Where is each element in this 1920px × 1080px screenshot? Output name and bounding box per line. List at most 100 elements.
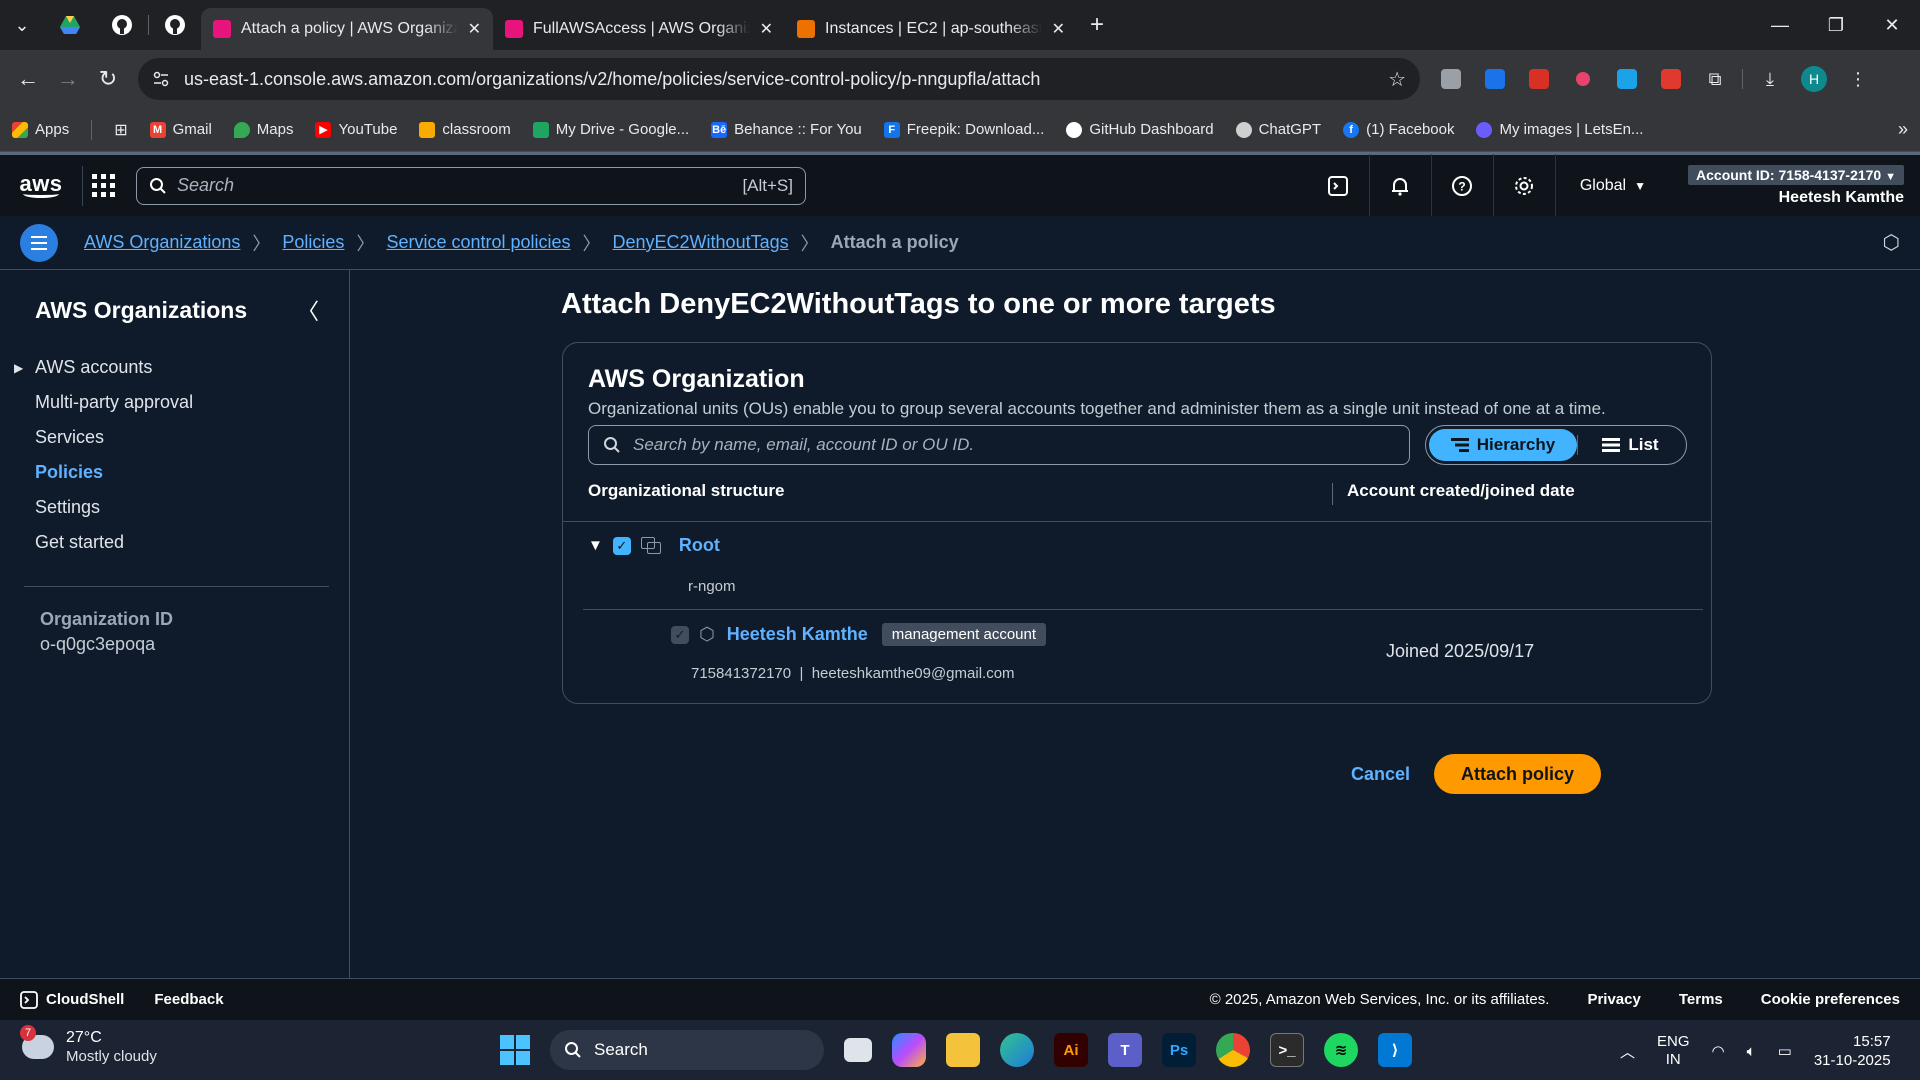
illustrator-icon[interactable]: Ai (1054, 1033, 1088, 1067)
bookmark-drive[interactable]: My Drive - Google... (532, 121, 689, 138)
site-info-icon[interactable] (152, 70, 170, 88)
minimize-icon[interactable]: — (1752, 7, 1808, 43)
amazon-q-icon[interactable]: ⬡ (1883, 230, 1900, 255)
file-explorer-icon[interactable] (946, 1033, 980, 1067)
volume-icon[interactable]: 🔈︎ (1747, 1043, 1756, 1060)
battery-icon[interactable]: ▭ (1778, 1042, 1792, 1060)
camera-extension-icon[interactable] (1434, 62, 1468, 96)
pdf-extension-icon[interactable] (1654, 62, 1688, 96)
edge-icon[interactable] (1000, 1033, 1034, 1067)
region-selector[interactable]: Global ▼ (1554, 153, 1670, 218)
pinned-tab-github-2[interactable] (149, 7, 201, 43)
terminal-app-icon[interactable]: >_ (1270, 1033, 1304, 1067)
sidebar-item-get-started[interactable]: Get started (0, 525, 349, 560)
tab-attach-policy[interactable]: Attach a policy | AWS Organizations ✕ (201, 8, 493, 50)
bookmark-chatgpt[interactable]: ChatGPT (1235, 121, 1321, 138)
clock[interactable]: 15:57 31-10-2025 (1814, 1032, 1891, 1070)
feedback-link[interactable]: Feedback (154, 991, 223, 1008)
address-bar[interactable]: us-east-1.console.aws.amazon.com/organiz… (138, 58, 1420, 100)
tab-fullawsaccess[interactable]: FullAWSAccess | AWS Organizations ✕ (493, 8, 785, 50)
bookmark-facebook[interactable]: f (1) Facebook (1343, 121, 1454, 138)
extensions-puzzle-icon[interactable]: ⧉ (1698, 62, 1732, 96)
account-menu[interactable]: Account ID: 7158-4137-2170 ▼ Heetesh Kam… (1670, 154, 1920, 218)
windows-start-icon[interactable] (500, 1035, 530, 1065)
bookmark-gmail[interactable]: M Gmail (149, 121, 212, 138)
notifications-bell-icon[interactable] (1368, 153, 1431, 218)
pinned-tab-drive[interactable] (44, 7, 96, 43)
taskbar-search[interactable]: Search (550, 1030, 824, 1070)
record-extension-icon[interactable] (1566, 62, 1600, 96)
new-tab-button[interactable]: + (1077, 7, 1117, 43)
sidebar-item-settings[interactable]: Settings (0, 490, 349, 525)
close-tab-icon[interactable]: ✕ (468, 19, 481, 39)
sidebar-item-multi-party-approval[interactable]: Multi-party approval (0, 385, 349, 420)
red-extension-icon[interactable] (1522, 62, 1556, 96)
aws-logo[interactable]: aws (0, 172, 82, 198)
close-tab-icon[interactable]: ✕ (1052, 19, 1065, 39)
bookmark-freepik[interactable]: F Freepik: Download... (883, 121, 1044, 138)
bookmark-grid[interactable]: ⊞ (114, 120, 127, 140)
breadcrumb-service-control-policies[interactable]: Service control policies (386, 232, 570, 253)
terms-link[interactable]: Terms (1679, 991, 1723, 1008)
reload-button[interactable]: ↻ (88, 59, 128, 99)
cloudshell-icon[interactable] (1307, 154, 1369, 218)
restore-icon[interactable]: ❐ (1808, 7, 1864, 43)
bookmark-star-icon[interactable]: ☆ (1388, 67, 1406, 92)
bookmark-classroom[interactable]: classroom (419, 121, 511, 138)
bookmark-youtube[interactable]: ▶ YouTube (315, 121, 397, 138)
pinned-tab-github-1[interactable] (96, 7, 148, 43)
bookmark-behance[interactable]: Bē Behance :: For You (711, 121, 862, 138)
sidebar-item-policies[interactable]: Policies (0, 455, 349, 490)
root-checkbox[interactable]: ✓ (612, 536, 631, 555)
collapse-sidebar-chevron-left-icon[interactable]: 〈 (297, 294, 319, 326)
sidebar-item-aws-accounts[interactable]: ▶ AWS accounts (0, 350, 349, 385)
wifi-icon[interactable]: ◠ (1712, 1042, 1725, 1060)
settings-gear-icon[interactable] (1492, 153, 1555, 218)
weather-widget[interactable]: 7 27°C Mostly cloudy (20, 1025, 157, 1066)
list-view-button[interactable]: List (1577, 435, 1683, 455)
services-menu-grid-icon[interactable] (82, 165, 122, 206)
account-checkbox[interactable]: ✓ (671, 625, 689, 644)
copilot-icon[interactable] (892, 1033, 926, 1067)
account-link[interactable]: Heetesh Kamthe (727, 624, 868, 645)
chrome-icon[interactable] (1216, 1033, 1250, 1067)
photoshop-icon[interactable]: Ps (1162, 1033, 1196, 1067)
bookmark-apps[interactable]: Apps (12, 121, 69, 138)
back-button[interactable]: ← (8, 59, 48, 99)
bookmark-maps[interactable]: Maps (233, 121, 293, 138)
sidebar-item-services[interactable]: Services (0, 420, 349, 455)
target-search-field[interactable] (588, 425, 1410, 465)
bookmark-letsenhance[interactable]: My images | LetsEn... (1476, 121, 1643, 138)
spotify-icon[interactable]: ≋ (1324, 1033, 1358, 1067)
cookie-preferences-link[interactable]: Cookie preferences (1761, 991, 1900, 1008)
tab-search-chevron-icon[interactable]: ⌄ (0, 7, 44, 43)
profile-avatar[interactable]: H (1797, 62, 1831, 96)
vscode-icon[interactable]: ⟩ (1378, 1033, 1412, 1067)
more-bookmarks-icon[interactable]: » (1898, 119, 1908, 140)
cancel-button[interactable]: Cancel (1351, 764, 1410, 785)
tab-ec2-instances[interactable]: Instances | EC2 | ap-southeast-2 ✕ (785, 8, 1077, 50)
breadcrumb-policy-name[interactable]: DenyEC2WithoutTags (613, 232, 789, 253)
input-language[interactable]: ENG IN (1657, 1033, 1690, 1069)
task-view-icon[interactable] (844, 1038, 872, 1062)
downloads-icon[interactable]: ⤓ (1753, 62, 1787, 96)
hierarchy-view-button[interactable]: Hierarchy (1429, 429, 1577, 461)
forward-button[interactable]: → (48, 59, 88, 99)
attach-policy-button[interactable]: Attach policy (1434, 754, 1602, 794)
root-link[interactable]: Root (679, 535, 720, 556)
close-tab-icon[interactable]: ✕ (760, 19, 773, 39)
chrome-menu-icon[interactable]: ⋮ (1841, 62, 1875, 96)
download-manager-extension-icon[interactable] (1610, 62, 1644, 96)
help-icon[interactable]: ? (1430, 153, 1493, 218)
privacy-link[interactable]: Privacy (1587, 991, 1640, 1008)
expand-caret-down-icon[interactable]: ▼ (588, 537, 603, 554)
breadcrumb-policies[interactable]: Policies (282, 232, 344, 253)
breadcrumb-aws-organizations[interactable]: AWS Organizations (84, 232, 240, 253)
download-extension-icon[interactable] (1478, 62, 1512, 96)
side-nav-toggle-icon[interactable] (20, 223, 58, 262)
aws-search-bar[interactable]: Search [Alt+S] (136, 166, 806, 205)
teams-icon[interactable]: T (1108, 1033, 1142, 1067)
target-search-input[interactable] (633, 435, 1395, 455)
close-window-icon[interactable]: ✕ (1864, 7, 1920, 43)
tray-overflow-chevron-up-icon[interactable]: ︿ (1620, 1041, 1635, 1062)
